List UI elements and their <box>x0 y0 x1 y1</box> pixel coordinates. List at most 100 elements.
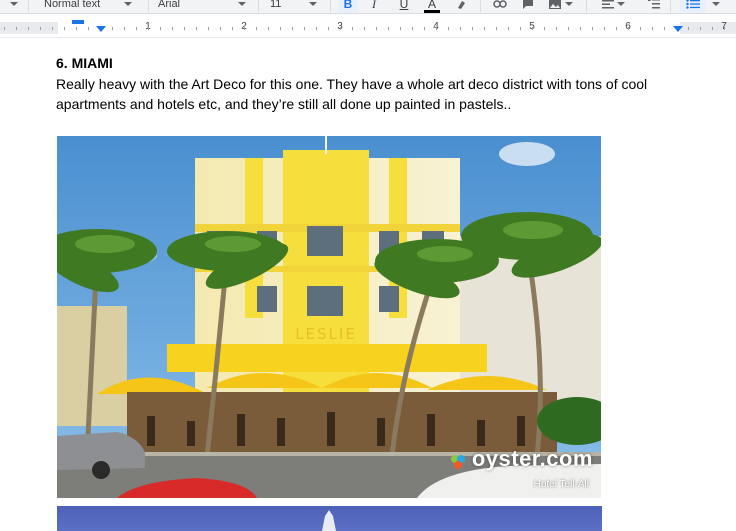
ruler-tick <box>304 27 305 30</box>
ruler-tick <box>436 27 437 30</box>
ruler-tick <box>340 27 341 30</box>
ruler-tick <box>616 27 617 30</box>
miami-hotel-photo: LESLIE <box>57 136 601 498</box>
ruler-tick <box>196 27 197 30</box>
ruler-tick <box>112 27 113 30</box>
line-spacing-button[interactable] <box>644 0 664 13</box>
ruler-tick <box>328 27 329 30</box>
ruler-tick <box>4 27 5 30</box>
ruler-tick <box>88 27 89 30</box>
bold-button[interactable]: B <box>338 0 358 13</box>
ruler-tick <box>652 27 653 30</box>
oyster-logo-icon <box>451 455 465 469</box>
embedded-photo-next[interactable] <box>57 506 602 531</box>
ruler-tick <box>424 27 425 30</box>
ruler-tick <box>640 27 641 30</box>
insert-link-button[interactable] <box>490 0 510 13</box>
toolbar-divider <box>670 0 671 12</box>
ruler-left-margin <box>0 22 58 34</box>
first-line-indent-handle[interactable] <box>72 20 84 24</box>
toolbar: Normal text Arial 11 B I U A <box>0 0 736 14</box>
image-icon <box>549 0 561 9</box>
ruler-tick <box>724 27 725 30</box>
font-family-label: Arial <box>158 0 181 10</box>
ruler-tick <box>244 27 245 30</box>
chevron-down-icon <box>616 2 625 6</box>
bulleted-list-icon <box>686 0 700 9</box>
italic-icon: I <box>372 0 376 11</box>
toolbar-divider <box>586 0 587 12</box>
ruler-tick <box>364 27 365 30</box>
ruler-tick <box>184 27 185 30</box>
align-button[interactable] <box>598 0 628 13</box>
line-spacing-icon <box>648 0 660 9</box>
ruler-tick <box>256 27 257 30</box>
toolbar-divider <box>28 0 29 12</box>
insert-image-button[interactable] <box>544 0 578 13</box>
chevron-down-icon <box>712 2 720 6</box>
chevron-down-icon <box>565 2 573 6</box>
ruler-tick <box>292 27 293 30</box>
highlighter-icon <box>458 1 465 9</box>
font-family-dropdown[interactable]: Arial <box>158 0 258 13</box>
ruler-tick <box>400 27 401 30</box>
paragraph-style-label: Normal text <box>44 0 101 10</box>
ruler-tick <box>388 27 389 30</box>
paragraph-style-dropdown[interactable]: Normal text <box>44 0 144 13</box>
link-icon <box>493 0 507 8</box>
underline-icon: U <box>399 0 409 11</box>
ruler-tick <box>688 27 689 30</box>
underline-button[interactable]: U <box>394 0 414 13</box>
ruler-tick <box>568 27 569 30</box>
chevron-down-icon <box>10 2 18 6</box>
highlight-button[interactable] <box>452 0 472 13</box>
toolbar-caret-left[interactable] <box>10 0 18 13</box>
font-size-label: 11 <box>270 0 282 10</box>
section-heading[interactable]: 6. MIAMI <box>56 55 113 71</box>
toolbar-divider <box>480 0 481 12</box>
ruler-tick <box>532 27 533 30</box>
ruler-tick <box>76 27 77 30</box>
text-color-button[interactable]: A <box>422 0 442 13</box>
ruler-tick <box>208 27 209 30</box>
photo-watermark-subtitle: Hotel Tell-All <box>533 479 589 490</box>
ruler-tick <box>544 27 545 30</box>
ruler[interactable]: 1234567 <box>0 18 736 38</box>
toolbar-divider <box>148 0 149 12</box>
ruler-tick <box>280 27 281 30</box>
ruler-tick <box>136 27 137 30</box>
photo-watermark: oyster.com <box>471 446 593 471</box>
embedded-photo[interactable]: LESLIE oyster.com Hotel Tell-All <box>57 136 601 498</box>
ruler-tick <box>712 27 713 30</box>
ruler-tick <box>160 27 161 30</box>
right-indent-handle[interactable] <box>673 26 683 32</box>
ruler-tick <box>376 27 377 30</box>
bulleted-list-options[interactable] <box>712 0 720 13</box>
bulleted-list-button[interactable] <box>680 0 706 13</box>
italic-button[interactable]: I <box>364 0 384 13</box>
ruler-tick <box>220 27 221 30</box>
chevron-down-icon <box>124 2 133 6</box>
ruler-tick <box>268 27 269 30</box>
ruler-tick <box>496 27 497 30</box>
left-indent-handle[interactable] <box>96 26 106 32</box>
ruler-tick <box>664 27 665 30</box>
ruler-tick <box>412 27 413 30</box>
ruler-tick <box>484 27 485 30</box>
hotel-sign-text: LESLIE <box>295 325 357 343</box>
ruler-tick <box>472 27 473 30</box>
ruler-tick <box>604 27 605 30</box>
font-size-dropdown[interactable]: 11 <box>270 0 325 13</box>
insert-comment-button[interactable] <box>518 0 538 13</box>
ruler-tick <box>52 27 53 30</box>
chevron-down-icon <box>309 2 318 6</box>
ruler-tick <box>28 27 29 30</box>
ruler-tick <box>148 27 149 30</box>
ruler-tick <box>124 27 125 30</box>
ruler-tick <box>352 27 353 30</box>
body-paragraph[interactable]: Really heavy with the Art Deco for this … <box>56 74 716 114</box>
ruler-tick <box>40 27 41 30</box>
comment-icon <box>523 0 533 9</box>
ruler-tick <box>700 27 701 30</box>
ruler-tick <box>520 27 521 30</box>
